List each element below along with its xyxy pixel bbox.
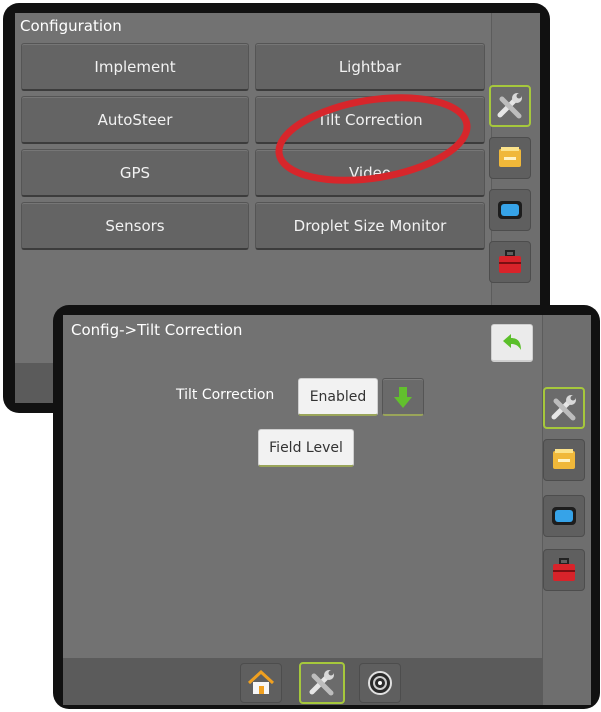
tilt-correction-screen [63, 315, 543, 705]
page-title: Config->Tilt Correction [71, 321, 243, 339]
display-icon[interactable] [489, 189, 531, 231]
gps-button[interactable]: GPS [21, 149, 249, 197]
page-title: Configuration [20, 17, 122, 35]
gallery-icon[interactable] [489, 137, 531, 179]
video-button[interactable]: Video [255, 149, 485, 197]
droplet-size-monitor-button[interactable]: Droplet Size Monitor [255, 202, 485, 250]
gallery-icon[interactable] [543, 439, 585, 481]
tools-icon[interactable] [543, 387, 585, 429]
tilt-correction-button[interactable]: Tilt Correction [255, 96, 485, 144]
toolbox-icon[interactable] [543, 549, 585, 591]
undo-arrow-icon [503, 333, 521, 350]
tools-icon[interactable] [489, 85, 531, 127]
implement-button[interactable]: Implement [21, 43, 249, 91]
field-level-button[interactable]: Field Level [258, 429, 354, 467]
sensors-button[interactable]: Sensors [21, 202, 249, 250]
dropdown-arrow-button[interactable] [382, 378, 424, 416]
tilt-correction-panel: Config->Tilt Correction Tilt Correction … [53, 305, 600, 709]
gauge-icon[interactable] [359, 663, 401, 703]
tilt-correction-dropdown[interactable]: Enabled [298, 378, 378, 416]
down-arrow-icon [394, 386, 412, 408]
toolbox-icon[interactable] [489, 241, 531, 283]
autosteer-button[interactable]: AutoSteer [21, 96, 249, 144]
back-button[interactable] [491, 324, 533, 362]
lightbar-button[interactable]: Lightbar [255, 43, 485, 91]
display-icon[interactable] [543, 495, 585, 537]
home-icon[interactable] [240, 663, 282, 703]
tools-icon[interactable] [299, 662, 345, 704]
tilt-correction-label: Tilt Correction [176, 387, 275, 403]
